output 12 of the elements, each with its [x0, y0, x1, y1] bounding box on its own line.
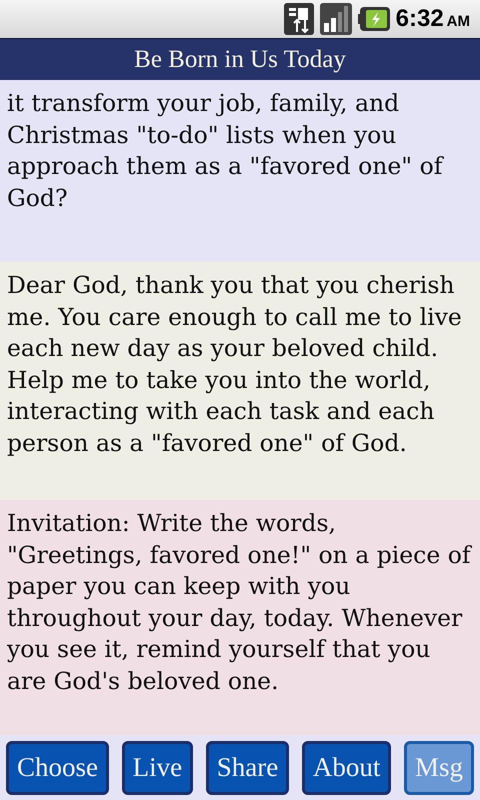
- battery-charging-icon: [358, 7, 390, 31]
- nav-button[interactable]: Choose: [6, 740, 109, 794]
- nav-button[interactable]: About: [302, 740, 392, 794]
- signal-icon: [320, 3, 352, 35]
- clock-time: 6:32: [396, 4, 444, 34]
- panel-text: Dear God, thank you that you cherish me. You care enough to call me to live each new day as your beloved child. Help me to take you into the world, interacting with each task and each person as a "favored one" of God.: [7, 270, 463, 458]
- panel-text: Invitation: Write the words, "Greetings, favored one!" on a piece of paper you can keep with you throughout your day, today. Whenever you see it, remind yourself that you are God's beloved one.: [7, 508, 473, 696]
- panel-text: it transform your job, family, and Christmas "to-do" lists when you approach them as a "favored one" of God?: [7, 88, 445, 214]
- nav-button[interactable]: Live: [122, 740, 194, 794]
- app-title: Be Born in Us Today: [134, 44, 346, 75]
- nav-button[interactable]: Share: [206, 740, 290, 794]
- clock-meridiem: AM: [446, 12, 470, 32]
